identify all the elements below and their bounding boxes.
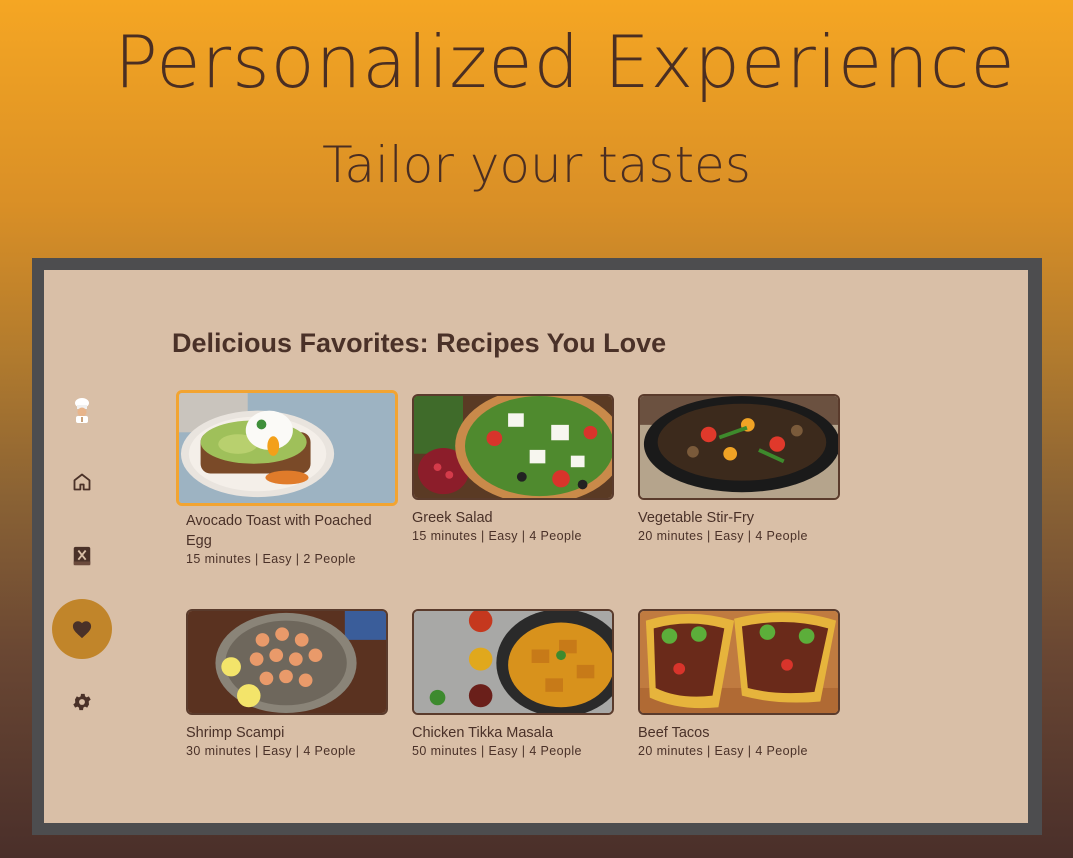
hero-subtitle: Tailor your tastes (322, 136, 751, 194)
recipe-card-vegetable-stir-fry[interactable]: Vegetable Stir-Fry 20 minutes | Easy | 4… (638, 394, 852, 544)
recipe-card-shrimp-scampi[interactable]: Shrimp Scampi 30 minutes | Easy | 4 Peop… (186, 609, 400, 759)
recipe-meta: 15 minutes | Easy | 4 People (412, 529, 582, 543)
recipe-image (638, 394, 840, 500)
home-icon (72, 472, 92, 492)
sidebar-item-home[interactable] (52, 452, 112, 512)
recipe-title: Greek Salad (412, 510, 493, 526)
recipe-card-greek-salad[interactable]: Greek Salad 15 minutes | Easy | 4 People (412, 394, 626, 544)
recipe-image (638, 609, 840, 715)
recipe-title: Vegetable Stir-Fry (638, 510, 755, 526)
recipe-image (412, 394, 614, 500)
gear-icon (71, 691, 93, 713)
recipe-image (176, 390, 398, 506)
recipe-meta: 30 minutes | Easy | 4 People (186, 744, 356, 758)
recipe-card-avocado-toast[interactable]: Avocado Toast with Poached Egg 15 minute… (176, 390, 400, 567)
recipe-meta: 15 minutes | Easy | 2 People (186, 552, 356, 566)
chef-avatar-icon (71, 397, 93, 423)
sidebar-item-settings[interactable] (52, 672, 112, 732)
sidebar-item-profile[interactable] (52, 380, 112, 440)
recipe-meta: 20 minutes | Easy | 4 People (638, 744, 808, 758)
recipe-card-chicken-tikka-masala[interactable]: Chicken Tikka Masala 50 minutes | Easy |… (412, 609, 626, 759)
section-title: Delicious Favorites: Recipes You Love (172, 328, 667, 358)
recipe-title: Shrimp Scampi (186, 725, 285, 741)
recipe-title: Beef Tacos (638, 725, 710, 741)
recipe-meta: 20 minutes | Easy | 4 People (638, 529, 808, 543)
recipe-meta: 50 minutes | Easy | 4 People (412, 744, 582, 758)
recipe-book-icon (71, 545, 93, 567)
tv-device-frame: Delicious Favorites: Recipes You Love Av… (32, 258, 1042, 835)
tv-screen: Delicious Favorites: Recipes You Love Av… (44, 270, 1028, 823)
recipe-image (412, 609, 614, 715)
recipe-card-beef-tacos[interactable]: Beef Tacos 20 minutes | Easy | 4 People (638, 609, 852, 759)
recipe-image (186, 609, 388, 715)
sidebar-item-recipes[interactable] (52, 526, 112, 586)
heart-icon (71, 619, 93, 639)
recipe-title: Avocado Toast with Poached Egg (186, 513, 372, 549)
recipe-title: Chicken Tikka Masala (412, 725, 554, 741)
sidebar-item-favorites[interactable] (52, 599, 112, 659)
hero-title: Personalized Experience (114, 20, 1016, 104)
